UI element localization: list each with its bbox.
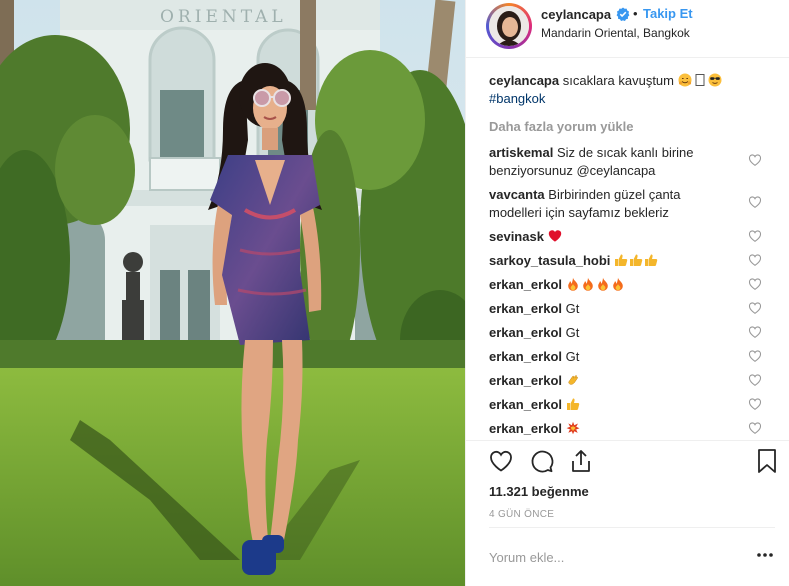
add-comment-input[interactable] [489, 547, 729, 567]
comment-username[interactable]: sevinask [489, 229, 544, 244]
fire-icon [597, 277, 608, 291]
avatar-image [489, 6, 529, 46]
story-ring[interactable] [486, 3, 532, 49]
hugging-face-icon [678, 73, 692, 87]
post-timestamp: 4 GÜN ÖNCE [489, 509, 555, 520]
comment-item: erkan_erkol Gt [489, 324, 759, 342]
comment-username[interactable]: erkan_erkol [489, 301, 562, 316]
comment-item: artiskemal Siz de sıcak kanlı birine ben… [489, 144, 759, 180]
comment-like-heart-icon[interactable] [748, 397, 762, 411]
comment-like-heart-icon[interactable] [748, 153, 762, 167]
building-sign: ORIENTAL [160, 7, 287, 27]
comment-like-heart-icon[interactable] [748, 373, 762, 387]
likes-count[interactable]: 11.321 beğenme [489, 484, 589, 499]
avatar[interactable] [489, 6, 529, 46]
comment-text-continued: modelleri için sayfamız bekleriz [489, 205, 669, 220]
post-header: ceylancapa • Takip Et Mandarin Oriental,… [466, 0, 789, 58]
comment-username[interactable]: erkan_erkol [489, 325, 562, 340]
caption-username[interactable]: ceylancapa [489, 73, 559, 88]
comment-like-heart-icon[interactable] [748, 421, 762, 435]
clapping-hands-icon [568, 375, 578, 385]
save-bookmark-icon[interactable] [754, 448, 780, 474]
comment-username[interactable]: erkan_erkol [489, 397, 562, 412]
sunglasses-face-icon [708, 73, 722, 87]
missing-glyph-icon [695, 74, 705, 86]
comment-like-heart-icon[interactable] [748, 195, 762, 209]
comment-item: erkan_erkol [489, 276, 759, 294]
fire-icon [612, 277, 623, 291]
like-heart-icon[interactable] [488, 448, 514, 474]
comment-username[interactable]: erkan_erkol [489, 277, 562, 292]
thumbs-up-icon [645, 254, 658, 266]
caption-text: sıcaklara kavuştum [562, 73, 674, 88]
post-photo-illustration: ORIENTAL [0, 0, 465, 586]
red-heart-icon [548, 230, 561, 242]
comment-text: Birbirinden güzel çanta [548, 187, 681, 202]
comment-username[interactable]: erkan_erkol [489, 421, 562, 436]
comment-item: erkan_erkol [489, 372, 759, 390]
comment-text: Gt [565, 349, 580, 364]
post-photo[interactable]: ORIENTAL [0, 0, 465, 586]
comment-item: erkan_erkol [489, 420, 759, 438]
thumbs-up-icon [615, 254, 628, 266]
comment-item: erkan_erkol [489, 396, 759, 414]
comment-username[interactable]: vavcanta [489, 187, 545, 202]
comment-item: sevinask [489, 228, 759, 246]
comment-like-heart-icon[interactable] [748, 253, 762, 267]
more-options-icon[interactable] [756, 548, 774, 562]
verified-badge-icon [616, 7, 630, 21]
action-bar [466, 448, 789, 478]
thumbs-up-icon [566, 398, 579, 410]
thumbs-up-icon [630, 254, 643, 266]
comment-username[interactable]: erkan_erkol [489, 349, 562, 364]
load-more-comments-button[interactable]: Daha fazla yorum yükle [489, 119, 634, 134]
comment-username[interactable]: sarkoy_tasula_hobi [489, 253, 610, 268]
location-link[interactable]: Mandarin Oriental, Bangkok [541, 26, 690, 40]
instagram-post-modal: ORIENTAL ceylancapa • Takip Et Mandarin … [0, 0, 789, 586]
comment-item: sarkoy_tasula_hobi [489, 252, 759, 270]
comment-like-heart-icon[interactable] [748, 301, 762, 315]
comment-like-heart-icon[interactable] [748, 325, 762, 339]
fire-icon [582, 277, 593, 291]
comment-username[interactable]: erkan_erkol [489, 373, 562, 388]
fire-icon [567, 277, 578, 291]
comment-input-divider [489, 527, 775, 528]
comment-item: erkan_erkol Gt [489, 300, 759, 318]
actions-divider [466, 440, 789, 441]
post-details-panel: ceylancapa • Takip Et Mandarin Oriental,… [465, 0, 789, 586]
comment-item: vavcanta Birbirinden güzel çanta modelle… [489, 186, 759, 222]
caption-hashtag-line: #bangkok [489, 90, 779, 108]
caption: ceylancapa sıcaklara kavuştum #bangkok [489, 72, 779, 108]
comment-username[interactable]: artiskemal [489, 145, 553, 160]
header-username[interactable]: ceylancapa [541, 7, 611, 22]
comment-text: Siz de sıcak kanlı birine [556, 145, 694, 160]
comment-like-heart-icon[interactable] [748, 277, 762, 291]
comment-item: erkan_erkol Gt [489, 348, 759, 366]
comment-like-heart-icon[interactable] [748, 229, 762, 243]
hashtag-link[interactable]: #bangkok [489, 91, 545, 106]
comment-text: Gt [565, 301, 580, 316]
comment-text: Gt [565, 325, 580, 340]
caption-line: ceylancapa sıcaklara kavuştum [489, 72, 779, 90]
share-upload-icon[interactable] [568, 448, 594, 474]
header-separator: • [633, 6, 638, 21]
comment-bubble-icon[interactable] [529, 448, 555, 474]
comment-text-continued: benziyorsunuz @ceylancapa [489, 163, 656, 178]
collision-icon [566, 421, 580, 435]
follow-button[interactable]: Takip Et [643, 6, 693, 21]
comment-like-heart-icon[interactable] [748, 349, 762, 363]
